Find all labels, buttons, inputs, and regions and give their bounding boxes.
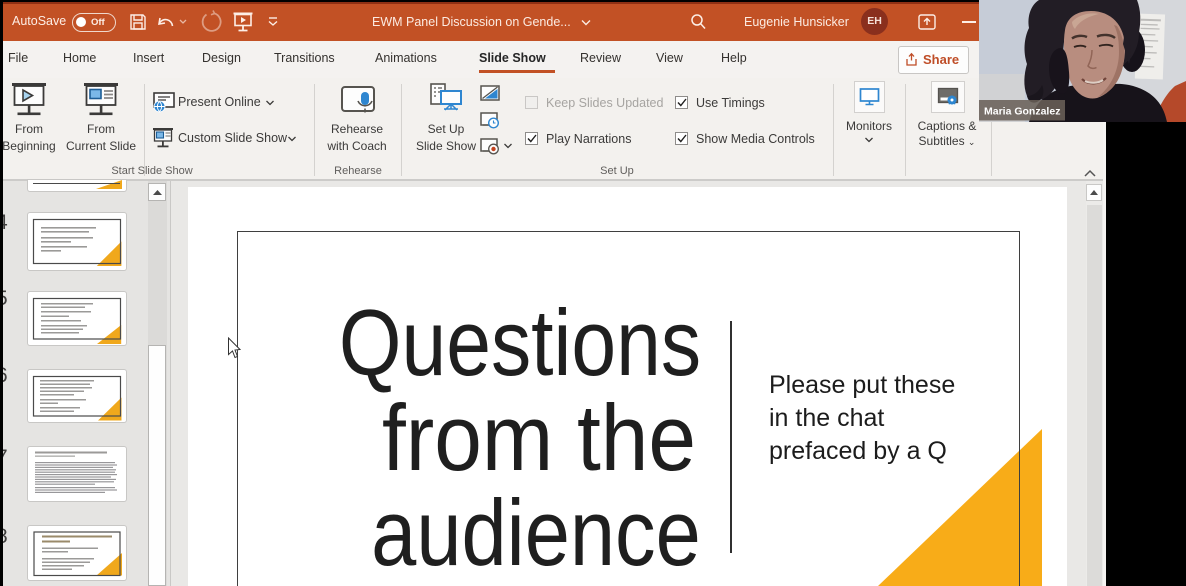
svg-text:Maria Gonzalez: Maria Gonzalez: [984, 106, 1060, 118]
